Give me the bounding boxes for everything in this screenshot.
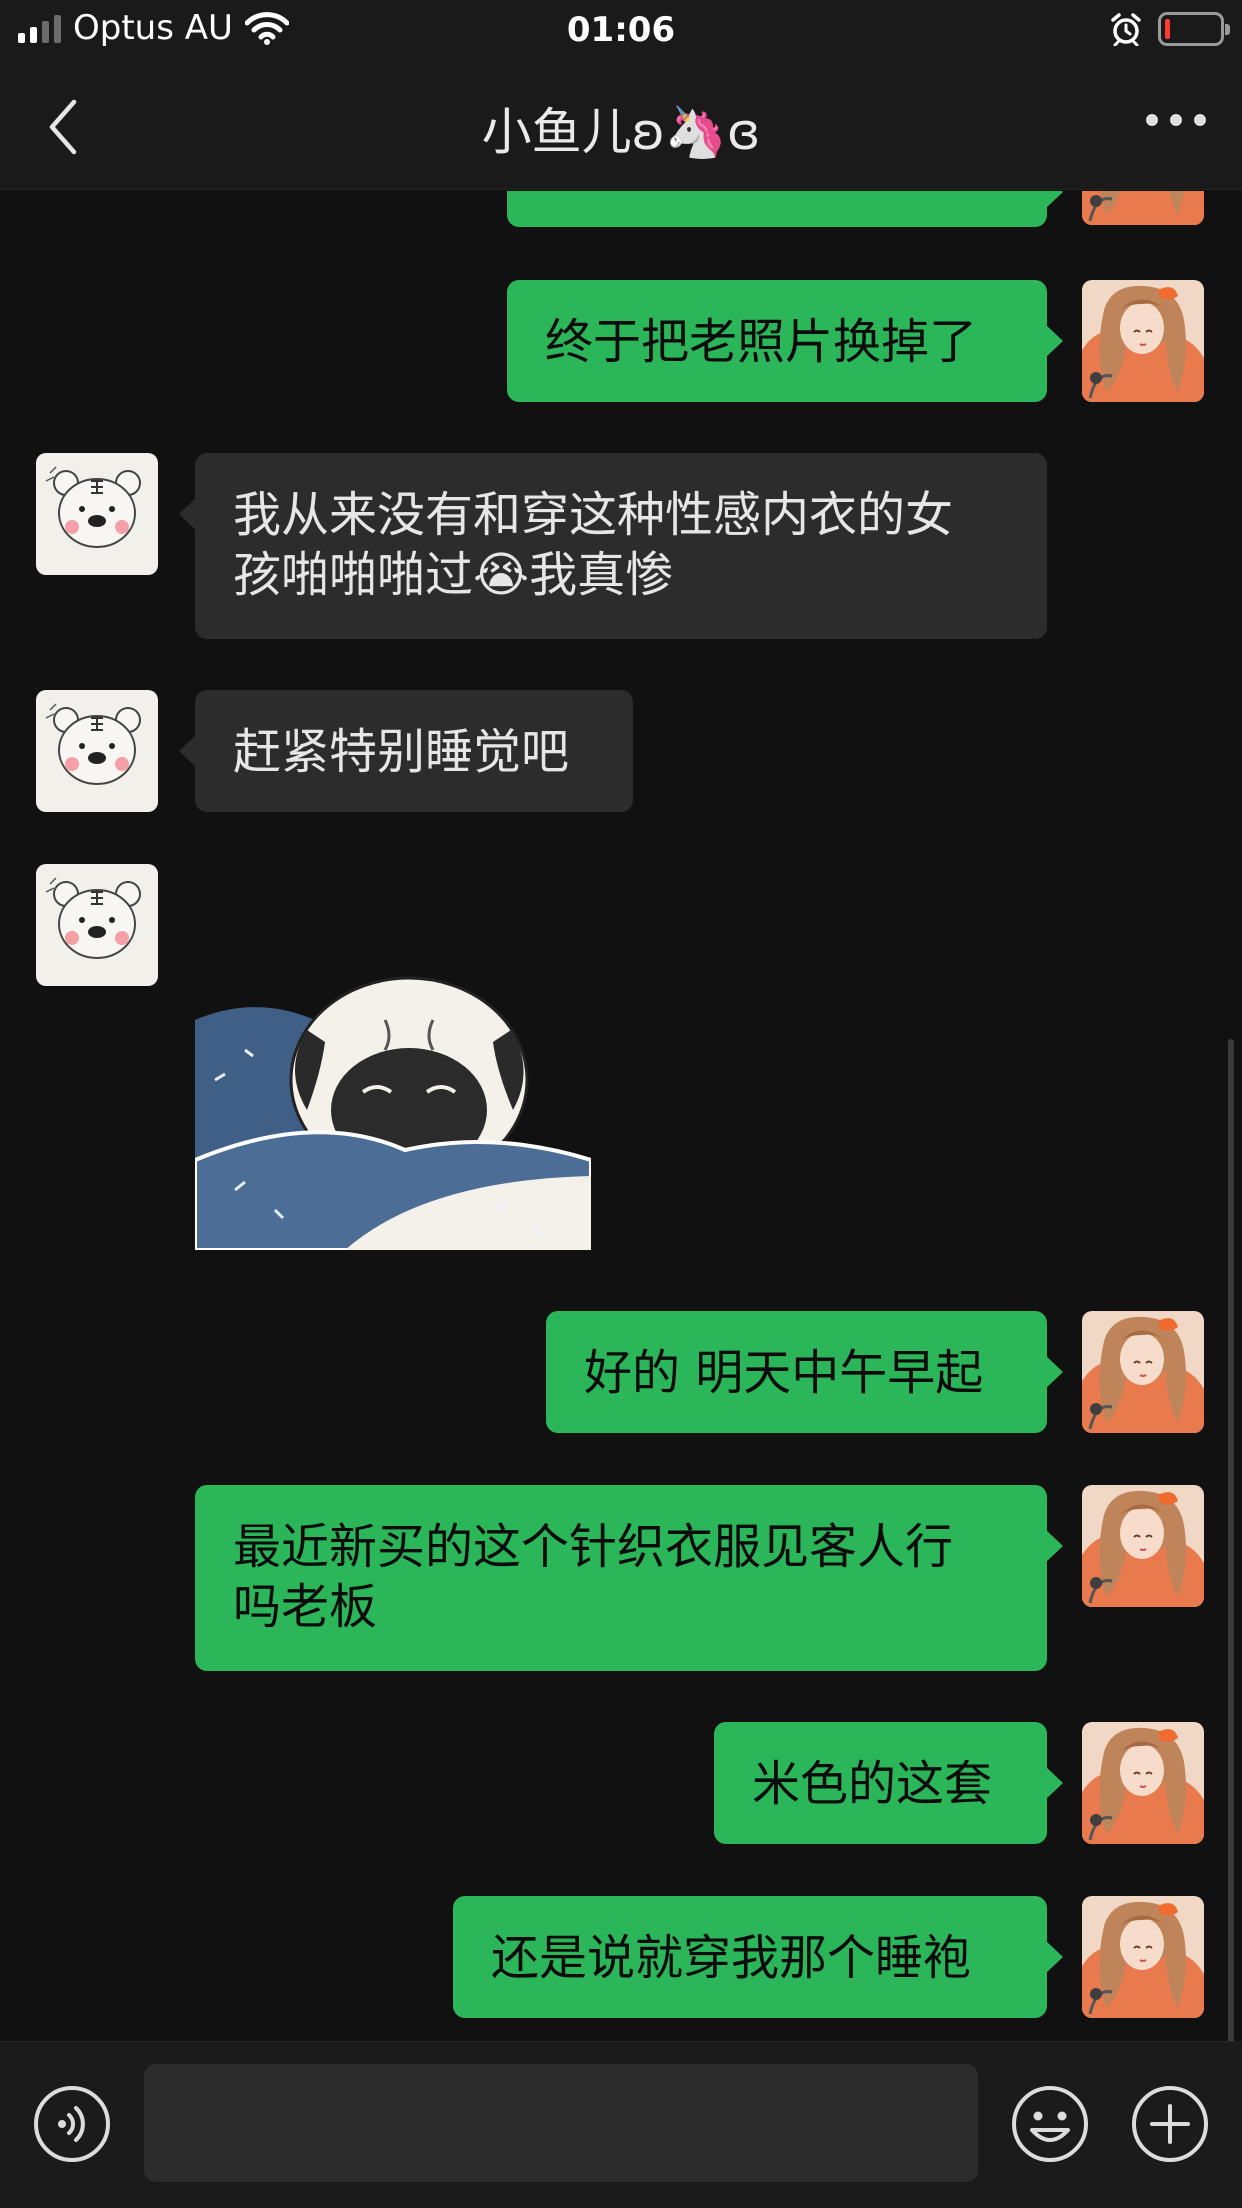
message-text: 米色的这套 (752, 1756, 993, 1812)
message-bubble[interactable] (507, 191, 1063, 227)
message-text: 还是说就穿我那个睡袍 (491, 1930, 972, 1986)
status-bar: Optus AU 01:06 (0, 0, 1242, 64)
input-bar (0, 2041, 1242, 2208)
status-right (1110, 12, 1230, 46)
message-text: 赶紧特别睡觉吧 (233, 724, 570, 780)
voice-icon[interactable] (32, 2084, 112, 2164)
more-dots-icon[interactable] (1146, 114, 1206, 126)
message-bubble[interactable]: 米色的这套 (714, 1722, 1063, 1844)
battery-level (1165, 19, 1170, 39)
avatar[interactable] (1082, 1896, 1204, 2018)
sad-pug-in-bed-sticker[interactable] (195, 960, 591, 1250)
message-bubble[interactable]: 最近新买的这个针织衣服见客人行 吗老板 (195, 1485, 1063, 1671)
avatar[interactable] (1082, 1311, 1204, 1433)
message-text-line: 最近新买的这个针织衣服见客人行 (233, 1519, 954, 1575)
scrollbar[interactable] (1228, 1039, 1234, 2041)
message-text-line: 孩啪啪啪过😭我真惨 (233, 547, 674, 603)
avatar[interactable] (1082, 1722, 1204, 1844)
message-bubble[interactable]: 还是说就穿我那个睡袍 (453, 1896, 1063, 2018)
avatar[interactable] (1082, 280, 1204, 402)
message-text: 终于把老照片换掉了 (545, 314, 978, 370)
message-input[interactable] (144, 2064, 978, 2182)
message-text-line: 我从来没有和穿这种性感内衣的女 (233, 487, 954, 543)
avatar[interactable] (36, 453, 158, 575)
avatar[interactable] (1082, 191, 1204, 225)
message-bubble[interactable]: 好的 明天中午早起 (546, 1311, 1063, 1433)
avatar[interactable] (1082, 1485, 1204, 1607)
message-bubble[interactable]: 终于把老照片换掉了 (507, 280, 1063, 402)
chat-title: 小鱼儿ʚ🦄ɞ (481, 103, 761, 161)
emoji-icon[interactable] (1010, 2084, 1090, 2164)
chat-header: 小鱼儿ʚ🦄ɞ (0, 64, 1242, 190)
message-bubble[interactable]: 我从来没有和穿这种性感内衣的女 孩啪啪啪过😭我真惨 (179, 453, 1047, 639)
message-bubble[interactable]: 赶紧特别睡觉吧 (179, 690, 633, 812)
battery-icon (1158, 12, 1230, 46)
message-list[interactable]: 终于把老照片换掉了 我从来没有和穿这种性感内衣的女 孩啪啪啪过😭我真惨 赶紧特别… (0, 191, 1242, 2041)
alarm-icon (1111, 13, 1141, 46)
message-text: 好的 明天中午早起 (584, 1345, 984, 1401)
status-time: 01:06 (566, 10, 676, 50)
avatar[interactable] (36, 864, 158, 986)
avatar[interactable] (36, 690, 158, 812)
plus-icon[interactable] (1130, 2084, 1210, 2164)
message-text-line: 吗老板 (233, 1579, 378, 1635)
